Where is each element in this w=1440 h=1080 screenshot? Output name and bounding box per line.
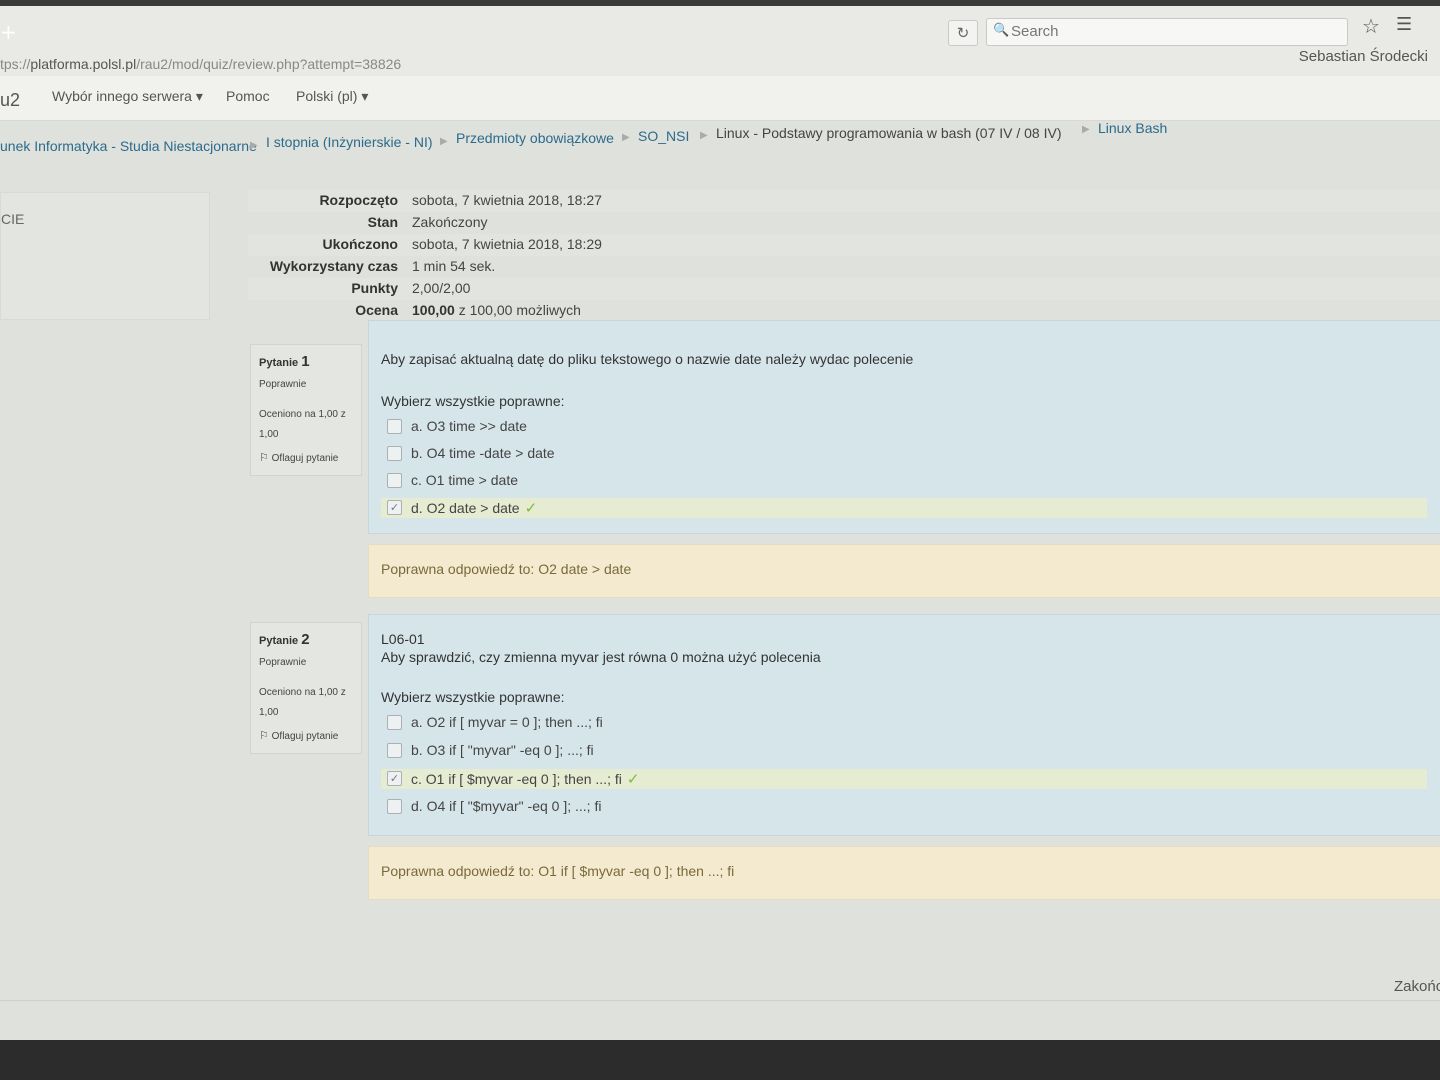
summary-row: Rozpoczęto sobota, 7 kwietnia 2018, 18:2… bbox=[248, 190, 1440, 212]
breadcrumb-item[interactable]: I stopnia (Inżynierskie - NI) bbox=[266, 134, 433, 150]
flag-question-link[interactable]: ⚐ Oflaguj pytanie bbox=[259, 729, 338, 742]
breadcrumb-separator-icon: ▶ bbox=[1082, 124, 1090, 135]
finish-review-link[interactable]: Zakończ bbox=[1394, 978, 1440, 995]
question-content: Aby zapisać aktualną datę do pliku tekst… bbox=[368, 320, 1440, 534]
summary-value: 100,00 z 100,00 możliwych bbox=[412, 302, 581, 318]
sidebar-label: CIE bbox=[1, 211, 25, 227]
help-link[interactable]: Pomoc bbox=[226, 88, 270, 104]
question-text: Aby sprawdzić, czy zmienna myvar jest ró… bbox=[381, 649, 821, 665]
server-menu[interactable]: Wybór innego serwera ▾ bbox=[52, 88, 203, 105]
breadcrumb-item[interactable]: Przedmioty obowiązkowe bbox=[456, 130, 614, 146]
address-bar[interactable]: tps://platforma.polsl.pl/rau2/mod/quiz/r… bbox=[0, 56, 401, 72]
answer-checkbox-checked[interactable]: ✓ bbox=[387, 500, 402, 515]
summary-label: Ocena bbox=[355, 302, 398, 318]
summary-row: Stan Zakończony bbox=[248, 212, 1440, 234]
question-prompt: Wybierz wszystkie poprawne: bbox=[381, 689, 565, 705]
summary-label: Ukończono bbox=[322, 236, 398, 252]
summary-label: Wykorzystany czas bbox=[269, 258, 398, 274]
refresh-icon[interactable]: ↻ bbox=[948, 20, 978, 46]
answer-checkbox[interactable] bbox=[387, 715, 402, 730]
summary-value: sobota, 7 kwietnia 2018, 18:27 bbox=[412, 192, 602, 208]
language-menu[interactable]: Polski (pl) ▾ bbox=[296, 88, 368, 105]
summary-value: 2,00/2,00 bbox=[412, 280, 471, 296]
question-info: Pytanie 2 Poprawnie Oceniono na 1,00 z 1… bbox=[250, 622, 362, 754]
attempt-summary-table: Rozpoczęto sobota, 7 kwietnia 2018, 18:2… bbox=[248, 188, 1440, 324]
summary-row: Wykorzystany czas 1 min 54 sek. bbox=[248, 256, 1440, 278]
answer-checkbox-checked[interactable]: ✓ bbox=[387, 771, 402, 786]
feedback-text: Poprawna odpowiedź to: O1 if [ $myvar -e… bbox=[381, 863, 735, 879]
correct-answer-feedback: Poprawna odpowiedź to: O2 date > date bbox=[368, 544, 1440, 598]
question-number: Pytanie 1 bbox=[259, 353, 310, 370]
user-name[interactable]: Sebastian Środecki bbox=[1299, 48, 1428, 65]
monitor-bezel bbox=[0, 1040, 1440, 1080]
breadcrumb-separator-icon: ▶ bbox=[700, 130, 708, 141]
answer-label: b. O3 if [ "myvar" -eq 0 ]; ...; fi bbox=[411, 742, 594, 758]
answer-checkbox[interactable] bbox=[387, 799, 402, 814]
breadcrumb-current: Linux Bash bbox=[1098, 120, 1168, 136]
grade-max: z 100,00 możliwych bbox=[454, 302, 581, 318]
feedback-text: Poprawna odpowiedź to: O2 date > date bbox=[381, 561, 632, 577]
question-state: Poprawnie bbox=[259, 379, 307, 390]
question-prompt: Wybierz wszystkie poprawne: bbox=[381, 393, 565, 409]
search-icon: 🔍 bbox=[993, 23, 1010, 38]
answer-label: c. O1 if [ $myvar -eq 0 ]; then ...; fi ✓ bbox=[411, 770, 640, 788]
url-prefix: tps:// bbox=[0, 56, 31, 72]
search-input[interactable]: 🔍 Search bbox=[986, 18, 1348, 46]
question-content: L06-01 Aby sprawdzić, czy zmienna myvar … bbox=[368, 614, 1440, 836]
question-grade: Oceniono na 1,00 z 1,00 bbox=[259, 687, 346, 718]
correct-answer-feedback: Poprawna odpowiedź to: O1 if [ $myvar -e… bbox=[368, 846, 1440, 900]
answer-option-correct[interactable]: ✓ d. O2 date > date ✓ bbox=[381, 498, 1427, 518]
breadcrumb-separator-icon: ▶ bbox=[440, 136, 448, 147]
answer-option-correct[interactable]: ✓ c. O1 if [ $myvar -eq 0 ]; then ...; f… bbox=[381, 769, 1427, 789]
flag-icon: ⚐ bbox=[259, 451, 269, 464]
answer-label: a. O3 time >> date bbox=[411, 418, 527, 434]
summary-value: sobota, 7 kwietnia 2018, 18:29 bbox=[412, 236, 602, 252]
answer-label: d. O2 date > date ✓ bbox=[411, 499, 538, 517]
bookmark-star-icon[interactable]: ☆ bbox=[1362, 14, 1380, 38]
answer-label: a. O2 if [ myvar = 0 ]; then ...; fi bbox=[411, 714, 603, 730]
correct-check-icon: ✓ bbox=[524, 499, 538, 517]
summary-row-grade: Ocena 100,00 z 100,00 możliwych bbox=[248, 300, 1440, 322]
answer-checkbox[interactable] bbox=[387, 473, 402, 488]
breadcrumb-item[interactable]: SO_NSI bbox=[638, 128, 689, 144]
summary-label: Rozpoczęto bbox=[319, 192, 398, 208]
question-state: Poprawnie bbox=[259, 657, 307, 668]
breadcrumb-separator-icon: ▶ bbox=[622, 132, 630, 143]
summary-value: 1 min 54 sek. bbox=[412, 258, 496, 274]
answer-checkbox[interactable] bbox=[387, 446, 402, 461]
grade-score: 100,00 bbox=[412, 302, 455, 318]
reading-list-icon[interactable]: ☰ bbox=[1396, 14, 1412, 35]
summary-label: Punkty bbox=[351, 280, 398, 296]
breadcrumb: unek Informatyka - Studia Niestacjonarne… bbox=[0, 108, 1440, 154]
url-path: /rau2/mod/quiz/review.php?attempt=38826 bbox=[136, 56, 402, 72]
answer-label: b. O4 time -date > date bbox=[411, 445, 555, 461]
question-number: Pytanie 2 bbox=[259, 631, 310, 648]
question-info: Pytanie 1 Poprawnie Oceniono na 1,00 z 1… bbox=[250, 344, 362, 476]
question-grade: Oceniono na 1,00 z 1,00 bbox=[259, 409, 346, 440]
sidebar-block: CIE bbox=[0, 192, 210, 320]
breadcrumb-item[interactable]: Linux - Podstawy programowania w bash (0… bbox=[716, 125, 1062, 141]
question-text: Aby zapisać aktualną datę do pliku tekst… bbox=[381, 351, 914, 367]
breadcrumb-separator-icon: ▶ bbox=[250, 140, 258, 151]
flag-question-link[interactable]: ⚐ Oflaguj pytanie bbox=[259, 451, 338, 464]
answer-checkbox[interactable] bbox=[387, 743, 402, 758]
new-tab-icon[interactable]: + bbox=[0, 20, 17, 44]
url-domain: platforma.polsl.pl bbox=[30, 56, 137, 72]
answer-label: d. O4 if [ "$myvar" -eq 0 ]; ...; fi bbox=[411, 798, 602, 814]
answer-checkbox[interactable] bbox=[387, 419, 402, 434]
summary-label: Stan bbox=[367, 214, 398, 230]
answer-label: c. O1 time > date bbox=[411, 472, 518, 488]
question-code: L06-01 bbox=[381, 631, 425, 647]
breadcrumb-item[interactable]: unek Informatyka - Studia Niestacjonarne bbox=[0, 138, 257, 154]
correct-check-icon: ✓ bbox=[626, 770, 640, 788]
search-placeholder: Search bbox=[1011, 23, 1059, 40]
summary-row: Punkty 2,00/2,00 bbox=[248, 278, 1440, 300]
summary-row: Ukończono sobota, 7 kwietnia 2018, 18:29 bbox=[248, 234, 1440, 256]
divider bbox=[0, 1000, 1440, 1001]
flag-icon: ⚐ bbox=[259, 729, 269, 742]
summary-value: Zakończony bbox=[412, 214, 488, 230]
browser-toolbar: + ↻ 🔍 Search ☆ ☰ tps://platforma.polsl.p… bbox=[0, 6, 1440, 77]
